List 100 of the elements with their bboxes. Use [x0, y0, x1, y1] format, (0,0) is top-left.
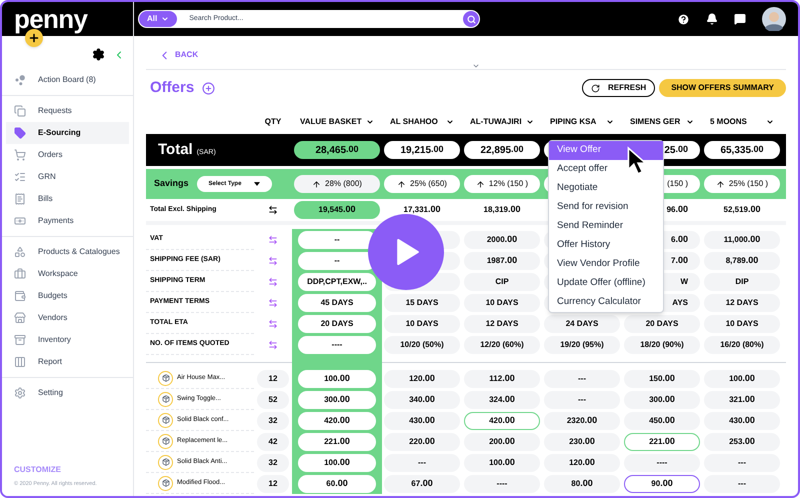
table-cell: 67.00: [384, 474, 460, 492]
box-icon: [162, 479, 170, 487]
column-header: QTY: [264, 116, 282, 128]
table-cell: 24 DAYS: [544, 314, 620, 332]
table-cell: 19,545.00: [294, 201, 380, 219]
quantity-cell: 42: [257, 432, 289, 450]
table-cell: 20 DAYS: [298, 314, 376, 332]
swap-icon[interactable]: [268, 205, 278, 215]
table-cell: 10 DAYS: [464, 294, 540, 312]
sidebar-item[interactable]: Products & Catalogues: [6, 241, 129, 263]
plus-icon: [28, 32, 40, 44]
caret-icon: [606, 118, 614, 126]
show-summary-button[interactable]: SHOW OFFERS SUMMARY: [659, 79, 786, 97]
table-cell: 200.00: [464, 432, 540, 450]
sidebar-item[interactable]: Payments: [6, 210, 129, 232]
logo: penny: [14, 6, 88, 32]
table-cell: 25% (150 ): [704, 175, 780, 193]
settings-icon[interactable]: [92, 48, 105, 61]
table-cell: 420.00: [464, 412, 540, 430]
table-cell: 12 DAYS: [704, 294, 780, 312]
play-icon: [397, 239, 419, 265]
box-icon: [162, 374, 170, 382]
table-cell-text: 17,331.00: [402, 203, 442, 216]
arrow-up-icon: [476, 180, 485, 188]
notification-icon[interactable]: [706, 13, 718, 25]
sidebar-item[interactable]: Bills: [6, 188, 129, 210]
table-cell: 120.00: [544, 454, 620, 472]
shapes-icon: [14, 246, 26, 258]
column-header[interactable]: SIMENS GER: [622, 116, 702, 128]
column-header[interactable]: VALUE BASKET: [292, 116, 382, 128]
sidebar-item[interactable]: E-Sourcing: [6, 122, 129, 144]
table-cell: 324.00: [464, 390, 540, 408]
table-cell: 221.00: [298, 432, 376, 450]
column-header[interactable]: AL SHAHOO: [382, 116, 462, 128]
sidebar-item[interactable]: Action Board (8): [6, 69, 129, 91]
table-cell: 120.00: [384, 370, 460, 388]
column-header[interactable]: AL-TUWAJIRI: [462, 116, 542, 128]
table-cell: 10 DAYS: [704, 314, 780, 332]
sidebar-item[interactable]: Vendors: [6, 307, 129, 329]
table-cell: 10/20 (50%): [384, 336, 460, 354]
menu-item[interactable]: Send for revision: [549, 198, 663, 217]
chat-icon[interactable]: [734, 13, 746, 25]
column-header[interactable]: PIPING KSA: [542, 116, 622, 128]
expand-icon[interactable]: [472, 62, 480, 70]
caret-icon: [161, 15, 170, 23]
sidebar-item[interactable]: Inventory: [6, 329, 129, 351]
sidebar-item[interactable]: GRN: [6, 166, 129, 188]
refresh-button[interactable]: REFRESH: [582, 79, 656, 97]
column-header[interactable]: 5 MOONS: [702, 116, 782, 128]
table-cell: 28,465.00: [294, 141, 380, 159]
sidebar-item[interactable]: Requests: [6, 100, 129, 122]
table-cell: CIP: [464, 272, 540, 290]
table-cell: 100.00: [464, 454, 540, 472]
table-cell: 1987.00: [464, 252, 540, 270]
caret-icon: [766, 118, 774, 126]
box-icon: [162, 437, 170, 445]
cart-icon: [14, 149, 26, 161]
sidebar-item[interactable]: Report: [6, 351, 129, 373]
search-button[interactable]: [463, 11, 479, 27]
table-cell: 12/20 (60%): [464, 336, 540, 354]
table-cell: 300.00: [298, 390, 376, 408]
savings-label: Savings: [154, 177, 189, 190]
settings-icon: [14, 387, 26, 399]
back-link[interactable]: BACK: [158, 48, 198, 62]
scope-dropdown[interactable]: All: [139, 11, 178, 27]
table-cell: 60.00: [298, 474, 376, 492]
table-cell: 230.00: [544, 432, 620, 450]
box-icon: [162, 395, 170, 403]
quantity-cell: 32: [257, 454, 289, 472]
sidebar-item[interactable]: Workspace: [6, 263, 129, 285]
table-cell: 12% (150 ): [464, 175, 540, 193]
table-cell: 450.00: [624, 412, 700, 430]
arrow-up-icon: [716, 180, 725, 188]
dots-icon: [14, 74, 26, 86]
caret-icon: [446, 118, 454, 126]
caret-icon: [254, 182, 260, 186]
table-cell: 18/20 (90%): [624, 336, 700, 354]
menu-item[interactable]: View Offer: [549, 141, 663, 160]
table-cell: ----: [298, 336, 376, 354]
search-icon: [466, 14, 476, 24]
help-icon[interactable]: [677, 12, 690, 26]
briefcase-icon: [14, 268, 26, 280]
caret-icon: [366, 118, 374, 126]
sidebar-item[interactable]: Budgets: [6, 285, 129, 307]
avatar[interactable]: [762, 7, 786, 31]
table-cell: 19/20 (95%): [544, 336, 620, 354]
add-offer-icon[interactable]: [202, 82, 216, 94]
table-cell: 321.00: [704, 390, 780, 408]
table-cell: 300.00: [624, 390, 700, 408]
table-cell: 100.00: [298, 454, 376, 472]
quantity-cell: 52: [257, 390, 289, 408]
table-cell: 90.00: [624, 474, 700, 492]
sidebar-item[interactable]: Setting: [6, 382, 129, 404]
tag-icon: [14, 127, 26, 139]
table-cell: 28% (800): [294, 175, 380, 193]
quantity-cell: 32: [257, 412, 289, 430]
banknote-icon: [14, 215, 26, 227]
wallet-icon: [14, 290, 26, 302]
sidebar-item[interactable]: Orders: [6, 144, 129, 166]
table-cell: 220.00: [384, 432, 460, 450]
